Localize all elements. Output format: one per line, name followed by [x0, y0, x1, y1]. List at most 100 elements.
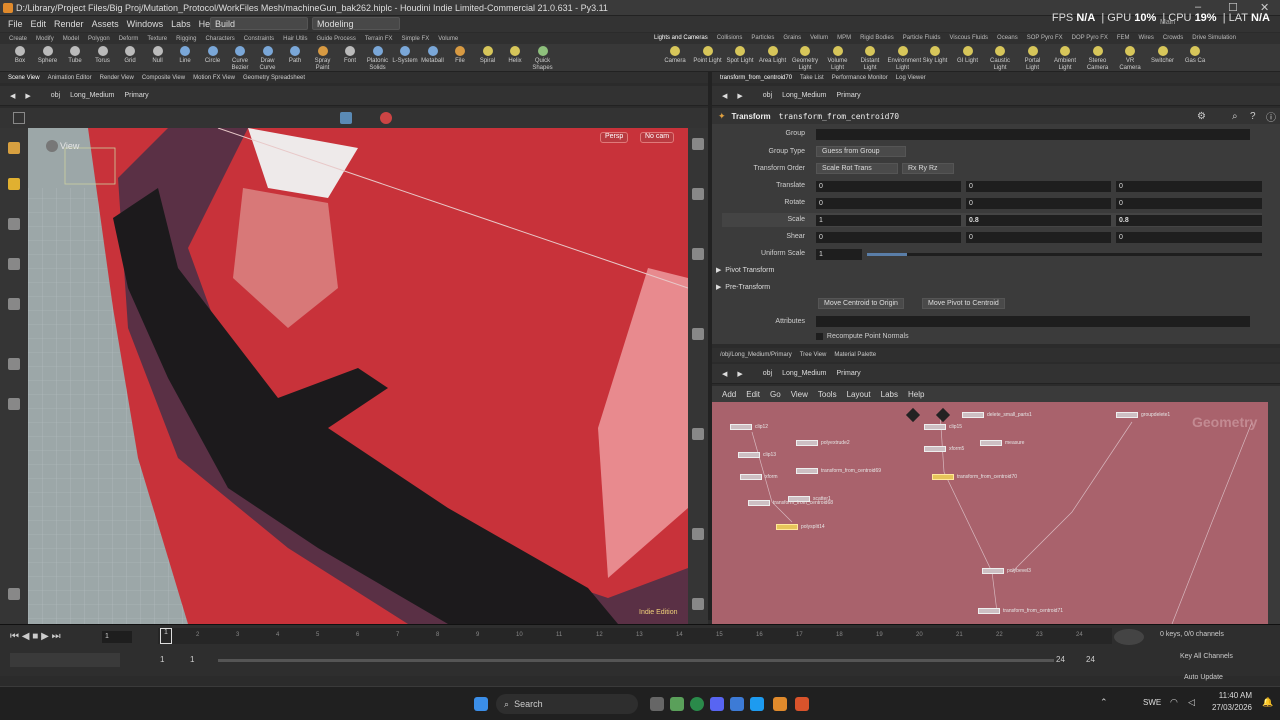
network-menu-1[interactable]: Edit: [746, 390, 760, 399]
range-start-2[interactable]: 1: [190, 655, 194, 664]
tool-16[interactable]: File: [445, 46, 475, 65]
rotate-z[interactable]: 0: [1116, 198, 1262, 209]
tray-chevron-icon[interactable]: ⌃: [1100, 697, 1108, 708]
rotate-tool-icon[interactable]: [8, 258, 20, 270]
shelf-tab-1[interactable]: Modify: [36, 36, 54, 42]
light-tool-5[interactable]: Volume Light: [823, 46, 853, 72]
tool-5[interactable]: Null: [143, 46, 173, 65]
spotify-icon[interactable]: [690, 697, 704, 711]
shelf-tab-8[interactable]: Constraints: [244, 36, 274, 42]
handle-tool-icon[interactable]: [8, 178, 20, 190]
menu-file[interactable]: File: [8, 19, 23, 29]
shelf-tab-2[interactable]: Model: [63, 36, 79, 42]
rotate-y[interactable]: 0: [966, 198, 1111, 209]
clock-date[interactable]: 27/03/2026: [1206, 703, 1252, 712]
tool-1[interactable]: Sphere: [33, 46, 63, 65]
shelf-tab-7[interactable]: Characters: [205, 36, 234, 42]
select-tool-icon[interactable]: [8, 142, 20, 154]
tool-12[interactable]: Font: [335, 46, 365, 65]
light-tool-13[interactable]: Stereo Camera: [1083, 46, 1113, 72]
shelf-tab-10[interactable]: Guide Process: [316, 36, 355, 42]
light-tool-9[interactable]: GI Light: [953, 46, 983, 65]
back-icon[interactable]: ◀: [10, 92, 15, 100]
shelf-tab-right-4[interactable]: Vellum: [810, 35, 828, 41]
left-pane-tab-2[interactable]: Render View: [100, 75, 134, 81]
light-tool-10[interactable]: Caustic Light: [985, 46, 1015, 72]
normals-icon[interactable]: [692, 328, 704, 340]
network-tab-1[interactable]: Tree View: [800, 352, 827, 358]
network-node[interactable]: [748, 500, 770, 506]
left-pane-tab-0[interactable]: Scene View: [8, 75, 40, 81]
tool-18[interactable]: Helix: [500, 46, 530, 65]
snap-icon[interactable]: [8, 588, 20, 600]
network-node[interactable]: [738, 452, 760, 458]
shelf-tab-right-0[interactable]: Lights and Cameras: [654, 35, 708, 41]
gear-icon[interactable]: ⚙: [1197, 111, 1206, 122]
discord-icon[interactable]: [710, 697, 724, 711]
network-node[interactable]: [740, 474, 762, 480]
light-tool-1[interactable]: Point Light: [693, 46, 723, 65]
shelf-tab-right-3[interactable]: Grains: [783, 35, 801, 41]
network-menu-2[interactable]: Go: [770, 390, 781, 399]
forward-icon[interactable]: ▶: [25, 92, 30, 100]
light-tool-3[interactable]: Area Light: [758, 46, 788, 65]
tool-3[interactable]: Torus: [88, 46, 118, 65]
network-node[interactable]: [924, 424, 946, 430]
key-all-channels[interactable]: Key All Channels: [1180, 653, 1233, 660]
info-icon[interactable]: ⓘ: [1266, 109, 1276, 124]
left-pane-tab-4[interactable]: Motion FX View: [193, 75, 235, 81]
grid-menu-icon[interactable]: [13, 112, 25, 124]
shelf-tab-right-5[interactable]: MPM: [837, 35, 851, 41]
scale-x[interactable]: 1: [816, 215, 961, 226]
viewport-menu-icon[interactable]: [46, 140, 58, 152]
right-pane-tab-0[interactable]: transform_from_centroid70: [720, 75, 792, 81]
play-icon[interactable]: ▶: [41, 631, 49, 642]
shading-icon[interactable]: [340, 112, 352, 124]
shelf-tab-5[interactable]: Texture: [147, 36, 167, 42]
group-type-select[interactable]: Guess from Group: [816, 146, 906, 157]
menu-assets[interactable]: Assets: [92, 19, 119, 29]
path-root[interactable]: obj: [51, 92, 60, 99]
move-tool-icon[interactable]: [8, 218, 20, 230]
auto-update[interactable]: Auto Update: [1184, 674, 1223, 681]
tool-7[interactable]: Circle: [198, 46, 228, 65]
right-pane-tab-1[interactable]: Take List: [800, 75, 824, 81]
light-tool-4[interactable]: Geometry Light: [790, 46, 820, 72]
store-icon[interactable]: [750, 697, 764, 711]
network-node[interactable]: [730, 424, 752, 430]
net-forward-icon[interactable]: ▶: [737, 370, 742, 378]
scene-viewport[interactable]: View Persp No cam Indie Edition: [28, 128, 688, 624]
network-node[interactable]: [924, 446, 946, 452]
light-tool-15[interactable]: Switcher: [1148, 46, 1178, 65]
param-path-sub[interactable]: Primary: [837, 92, 861, 99]
jump-start-icon[interactable]: ⏮: [10, 631, 19, 642]
tool-0[interactable]: Box: [5, 46, 35, 65]
tool-14[interactable]: L-System: [390, 46, 420, 65]
scale-z[interactable]: 0.8: [1116, 215, 1262, 226]
tool-19[interactable]: Quick Shapes: [528, 46, 558, 72]
network-node[interactable]: [932, 474, 954, 480]
current-frame-field[interactable]: 1: [102, 631, 132, 643]
pretransform-folder[interactable]: ▶ Pre-Transform: [716, 283, 770, 292]
shelf-tab-right-11[interactable]: DOP Pyro FX: [1072, 35, 1108, 41]
menu-labs[interactable]: Labs: [171, 19, 191, 29]
shelf-tab-3[interactable]: Polygon: [88, 36, 110, 42]
light-tool-11[interactable]: Portal Light: [1018, 46, 1048, 72]
network-node[interactable]: [978, 608, 1000, 614]
wireframe-icon[interactable]: [692, 248, 704, 260]
menu-windows[interactable]: Windows: [127, 19, 164, 29]
shelf-tab-right-1[interactable]: Collisions: [717, 35, 743, 41]
tool-6[interactable]: Line: [170, 46, 200, 65]
network-menu-3[interactable]: View: [791, 390, 808, 399]
path-object[interactable]: Long_Medium: [70, 92, 114, 99]
shelf-tab-right-2[interactable]: Particles: [751, 35, 774, 41]
display-options-icon[interactable]: [692, 188, 704, 200]
light-tool-0[interactable]: Camera: [660, 46, 690, 65]
tool-10[interactable]: Path: [280, 46, 310, 65]
scale-tool-icon[interactable]: [8, 298, 20, 310]
network-tab-2[interactable]: Material Palette: [834, 352, 876, 358]
tool-2[interactable]: Tube: [60, 46, 90, 65]
shelf-tab-right-14[interactable]: Crowds: [1163, 35, 1183, 41]
network-node[interactable]: [776, 524, 798, 530]
network-node[interactable]: [796, 440, 818, 446]
